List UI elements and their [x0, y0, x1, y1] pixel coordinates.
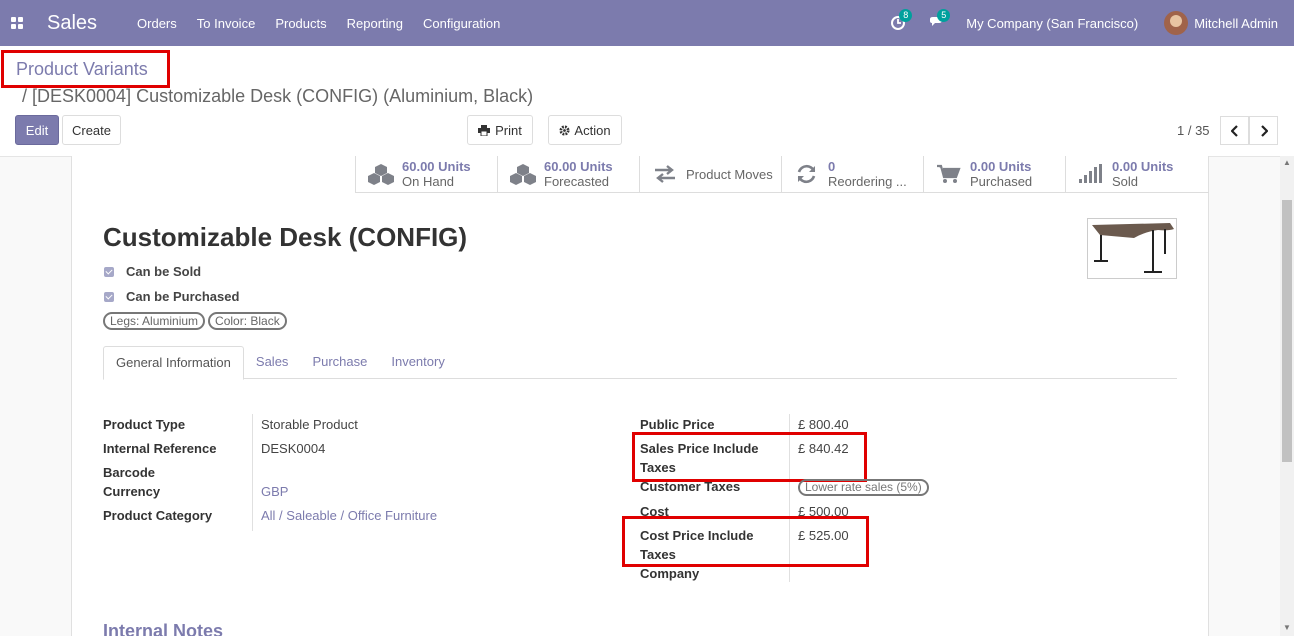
attribute-tag: Color: Black: [208, 312, 287, 330]
scroll-up-arrow-icon[interactable]: ▲: [1283, 159, 1291, 167]
product-name: Customizable Desk (CONFIG): [103, 222, 468, 252]
cart-icon: [937, 164, 961, 183]
user-avatar[interactable]: [1164, 11, 1189, 35]
menu-to-invoice[interactable]: To Invoice: [197, 16, 256, 31]
internal-reference-value: DESK0004: [261, 441, 326, 456]
can-be-sold-checkbox[interactable]: [104, 266, 114, 277]
can-be-purchased-checkbox[interactable]: [104, 291, 114, 302]
company-label: Company: [640, 566, 700, 581]
messages-badge: 5: [937, 9, 951, 22]
messages-icon[interactable]: 5: [928, 9, 951, 31]
action-label: Action: [574, 122, 611, 138]
product-moves-label: Product Moves: [686, 166, 773, 182]
form-tabs: General Information Sales Purchase Inven…: [103, 346, 1177, 380]
customer-taxes-tag[interactable]: Lower rate sales (5%): [798, 479, 929, 496]
action-button[interactable]: Action: [548, 115, 622, 145]
reordering-value: 0: [828, 159, 836, 174]
can-be-sold-row[interactable]: Can be Sold: [104, 264, 201, 279]
print-icon: [478, 124, 491, 136]
user-menu[interactable]: Mitchell Admin: [1194, 16, 1278, 31]
forecasted-label: Forecasted: [544, 174, 610, 189]
edit-button[interactable]: Edit: [15, 115, 59, 145]
app-name[interactable]: Sales: [47, 12, 97, 35]
left-column-separator: [252, 414, 253, 531]
smart-button-product-moves[interactable]: Product Moves: [639, 156, 781, 192]
activity-badge: 8: [899, 9, 913, 22]
pager-next-button[interactable]: [1249, 116, 1278, 145]
reordering-label: Reordering ...: [828, 174, 907, 189]
menu-reporting[interactable]: Reporting: [347, 16, 403, 31]
product-type-label: Product Type: [103, 417, 186, 432]
purchased-value: 0.00 Units: [970, 159, 1032, 174]
currency-label: Currency: [103, 484, 161, 499]
product-category-label: Product Category: [103, 508, 213, 523]
highlight-breadcrumb: [1, 50, 170, 88]
signal-icon: [1079, 164, 1102, 183]
sold-label: Sold: [1112, 174, 1139, 189]
print-button[interactable]: Print: [467, 115, 533, 145]
can-be-sold-label: Can be Sold: [126, 264, 202, 279]
customer-taxes-label: Customer Taxes: [640, 479, 741, 494]
company-switcher[interactable]: My Company (San Francisco): [966, 16, 1138, 31]
attribute-tag: Legs: Aluminium: [103, 312, 206, 330]
breadcrumb-current: / [DESK0004] Customizable Desk (CONFIG) …: [22, 86, 534, 106]
print-label: Print: [495, 122, 522, 138]
menu-products[interactable]: Products: [275, 16, 326, 31]
smart-button-forecasted[interactable]: 60.00 Units Forecasted: [497, 156, 639, 192]
currency-value[interactable]: GBP: [261, 482, 288, 501]
tab-general-information[interactable]: General Information: [103, 346, 244, 380]
purchased-label: Purchased: [970, 174, 1033, 189]
top-navbar: Sales Orders To Invoice Products Reporti…: [0, 0, 1294, 46]
on-hand-value: 60.00 Units: [402, 159, 471, 174]
barcode-label: Barcode: [103, 465, 156, 480]
gear-icon: [559, 124, 570, 136]
menu-orders[interactable]: Orders: [137, 16, 177, 31]
smart-button-reordering[interactable]: 0 Reordering ...: [781, 156, 923, 192]
can-be-purchased-row[interactable]: Can be Purchased: [104, 289, 239, 304]
tab-sales[interactable]: Sales: [244, 346, 301, 379]
activity-clock-icon[interactable]: 8: [890, 9, 913, 31]
smart-button-purchased[interactable]: 0.00 Units Purchased: [923, 156, 1065, 192]
smart-button-on-hand[interactable]: 60.00 Units On Hand: [355, 156, 497, 192]
can-be-purchased-label: Can be Purchased: [126, 289, 240, 304]
desk-image-icon: [1092, 223, 1174, 273]
smart-button-sold[interactable]: 0.00 Units Sold: [1065, 156, 1207, 192]
tab-purchase[interactable]: Purchase: [300, 346, 379, 379]
highlight-cost-price-include-taxes: [622, 516, 869, 567]
cubes-icon: [368, 164, 394, 185]
scroll-down-arrow-icon[interactable]: ▼: [1283, 624, 1291, 632]
menu-configuration[interactable]: Configuration: [423, 16, 500, 31]
internal-notes-heading: Internal Notes: [103, 621, 224, 636]
refresh-icon: [797, 164, 816, 184]
product-image[interactable]: [1087, 218, 1177, 279]
create-button[interactable]: Create: [62, 115, 121, 145]
chevron-left-icon: [1230, 124, 1238, 137]
pager-previous-button[interactable]: [1220, 116, 1249, 145]
forecasted-value: 60.00 Units: [544, 159, 613, 174]
internal-reference-label: Internal Reference: [103, 441, 217, 456]
highlight-sales-price-include-taxes: [632, 432, 867, 482]
tab-inventory[interactable]: Inventory: [379, 346, 456, 379]
pager-value[interactable]: 1 / 35: [1177, 123, 1210, 138]
attribute-tags: Legs: Aluminium Color: Black: [103, 312, 287, 330]
smart-buttons: 60.00 Units On Hand 60.00 Units Forecasted…: [355, 156, 1209, 193]
cubes-icon: [510, 164, 536, 185]
exchange-icon: [655, 165, 675, 183]
on-hand-label: On Hand: [402, 174, 455, 189]
scrollbar-thumb[interactable]: [1282, 200, 1292, 462]
sold-value: 0.00 Units: [1112, 159, 1174, 174]
product-type-value: Storable Product: [261, 417, 358, 432]
product-category-value[interactable]: All / Saleable / Office Furniture: [261, 506, 437, 525]
chevron-right-icon: [1260, 124, 1268, 137]
apps-menu-icon[interactable]: [11, 17, 23, 29]
